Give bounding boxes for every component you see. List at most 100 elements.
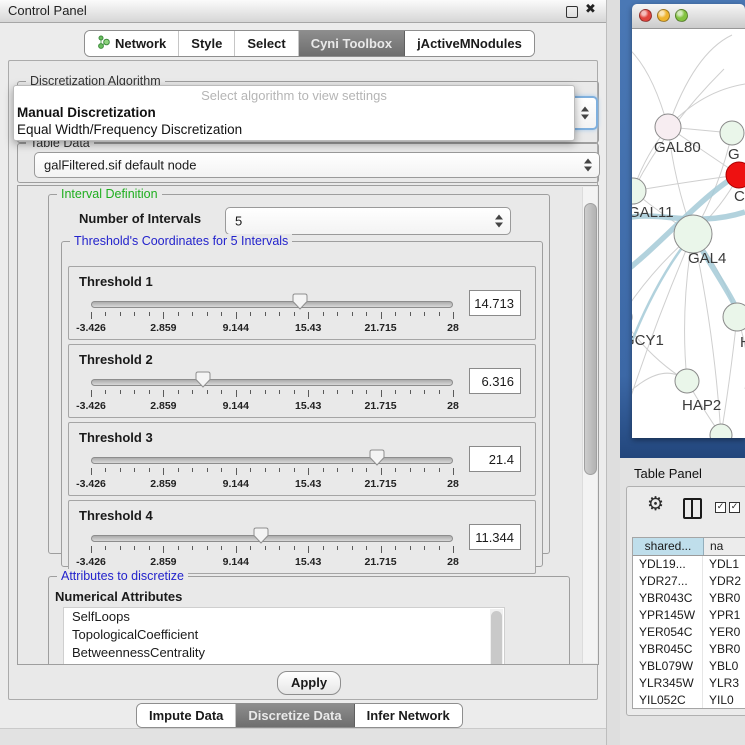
scrollbar-thumb[interactable] <box>491 611 502 665</box>
scrollbar-thumb[interactable] <box>584 203 597 475</box>
network-node[interactable] <box>720 121 744 145</box>
threshold-value-field[interactable]: 21.4 <box>469 446 521 472</box>
dropdown-option-equal-width[interactable]: Equal Width/Frequency Discretization <box>14 121 574 138</box>
tab-select[interactable]: Select <box>235 31 298 56</box>
tick-mark <box>250 546 251 550</box>
table-row[interactable]: YDL19...YDL1 <box>633 556 745 573</box>
float-window-icon[interactable] <box>566 6 578 18</box>
close-icon[interactable]: ✖ <box>585 2 596 17</box>
table-cell[interactable]: YPR1 <box>703 607 745 624</box>
minimize-window-icon[interactable] <box>657 9 670 22</box>
table-cell[interactable]: YIL0 <box>703 692 745 709</box>
table-cell[interactable]: YER0 <box>703 624 745 641</box>
network-canvas[interactable]: GAL80GCGAL11GAL4GCY1HHAP2 <box>632 29 745 438</box>
network-edge[interactable] <box>668 35 732 127</box>
slider-scale-label: 9.144 <box>223 556 249 568</box>
tab-discretize-data[interactable]: Discretize Data <box>236 704 354 727</box>
table-cell[interactable]: YDL19... <box>633 556 703 573</box>
threshold-slider[interactable]: -3.4262.8599.14415.4321.71528 <box>91 525 453 571</box>
number-of-intervals-combobox[interactable]: 5 <box>225 207 511 235</box>
attribute-item[interactable]: SelfLoops <box>64 608 504 626</box>
table-row[interactable]: YLR345WYLR3 <box>633 675 745 692</box>
table-cell[interactable]: YDL1 <box>703 556 745 573</box>
tab-style[interactable]: Style <box>179 31 235 56</box>
tab-impute-data[interactable]: Impute Data <box>137 704 236 727</box>
network-view-window[interactable]: GAL80GCGAL11GAL4GCY1HHAP2 <box>632 4 745 438</box>
slider-track[interactable] <box>91 379 453 386</box>
table-cell[interactable]: YBR043C <box>633 590 703 607</box>
table-cell[interactable]: YER054C <box>633 624 703 641</box>
table-cell[interactable]: YLR3 <box>703 675 745 692</box>
attribute-item[interactable]: BetweennessCentrality <box>64 644 504 662</box>
network-edge[interactable] <box>632 234 693 424</box>
slider-knob[interactable] <box>253 527 269 544</box>
threshold-slider[interactable]: -3.4262.8599.14415.4321.71528 <box>91 291 453 337</box>
attributes-group: Attributes to discretize Numerical Attri… <box>48 576 570 665</box>
tick-mark <box>149 468 150 472</box>
numerical-attributes-list[interactable]: SelfLoopsTopologicalCoefficientBetweenne… <box>63 607 505 665</box>
table-row[interactable]: YPR145WYPR1 <box>633 607 745 624</box>
threshold-value-field[interactable]: 6.316 <box>469 368 521 394</box>
threshold-slider[interactable]: -3.4262.8599.14415.4321.71528 <box>91 447 453 493</box>
table-row[interactable]: YDR27...YDR2 <box>633 573 745 590</box>
table-cell[interactable]: YIL052C <box>633 692 703 709</box>
network-node[interactable] <box>710 424 732 438</box>
slider-scale-label: 9.144 <box>223 400 249 412</box>
tick-mark <box>149 546 150 550</box>
slider-knob[interactable] <box>195 371 211 388</box>
table-cell[interactable]: YBR0 <box>703 641 745 658</box>
attributes-scrollbar[interactable] <box>490 609 503 665</box>
zoom-window-icon[interactable] <box>675 9 688 22</box>
tick-mark <box>279 390 280 394</box>
table-row[interactable]: YBL079WYBL0 <box>633 658 745 675</box>
table-row[interactable]: YER054CYER0 <box>633 624 745 641</box>
slider-knob[interactable] <box>369 449 385 466</box>
network-node[interactable] <box>655 114 681 140</box>
table-cell[interactable]: YBL079W <box>633 658 703 675</box>
tab-cyni-toolbox[interactable]: Cyni Toolbox <box>299 31 405 56</box>
apply-button[interactable]: Apply <box>277 671 341 695</box>
network-node[interactable] <box>723 303 745 331</box>
network-edge[interactable] <box>632 317 687 381</box>
network-node[interactable] <box>675 369 699 393</box>
tick-mark <box>178 390 179 394</box>
slider-track[interactable] <box>91 301 453 308</box>
slider-knob[interactable] <box>292 293 308 310</box>
table-cell[interactable]: YBL0 <box>703 658 745 675</box>
table-cell[interactable]: YDR27... <box>633 573 703 590</box>
column-header-name[interactable]: na <box>704 538 745 555</box>
settings-vertical-scrollbar[interactable] <box>582 187 597 663</box>
attribute-item[interactable]: TopologicalCoefficient <box>64 626 504 644</box>
table-cell[interactable]: YPR145W <box>633 607 703 624</box>
tab-jactivemnodules[interactable]: jActiveMNodules <box>405 31 534 56</box>
tick-mark <box>91 312 92 319</box>
table-cell[interactable]: YBR0 <box>703 590 745 607</box>
threshold-value-field[interactable]: 11.344 <box>469 524 521 550</box>
slider-scale-label: 28 <box>447 556 459 568</box>
table-data-combobox[interactable]: galFiltered.sif default node <box>34 152 600 178</box>
table-cell[interactable]: YBR045C <box>633 641 703 658</box>
table-row[interactable]: YBR043CYBR0 <box>633 590 745 607</box>
column-header-shared-name[interactable]: shared... <box>633 538 704 555</box>
column-visibility-icon[interactable]: ✓ ✓ <box>715 502 740 513</box>
tab-network[interactable]: Network <box>85 31 179 56</box>
dropdown-option-manual[interactable]: Manual Discretization <box>14 104 574 121</box>
threshold-value-field[interactable]: 14.713 <box>469 290 521 316</box>
split-columns-icon[interactable] <box>683 498 702 519</box>
table-cell[interactable]: YLR345W <box>633 675 703 692</box>
network-node[interactable] <box>726 162 745 188</box>
network-node[interactable] <box>674 215 712 253</box>
slider-scale-label: -3.426 <box>76 556 106 568</box>
table-cell[interactable]: YDR2 <box>703 573 745 590</box>
slider-track[interactable] <box>91 535 453 542</box>
table-row[interactable]: YIL052CYIL0 <box>633 692 745 709</box>
network-edge[interactable] <box>721 317 737 435</box>
gear-icon[interactable]: ⚙ <box>647 493 664 515</box>
tab-infer-network[interactable]: Infer Network <box>355 704 462 727</box>
network-node-label: HAP2 <box>682 397 721 414</box>
slider-track[interactable] <box>91 457 453 464</box>
threshold-slider[interactable]: -3.4262.8599.14415.4321.71528 <box>91 369 453 415</box>
close-window-icon[interactable] <box>639 9 652 22</box>
dropdown-hint-option[interactable]: Select algorithm to view settings <box>14 88 574 104</box>
table-row[interactable]: YBR045CYBR0 <box>633 641 745 658</box>
